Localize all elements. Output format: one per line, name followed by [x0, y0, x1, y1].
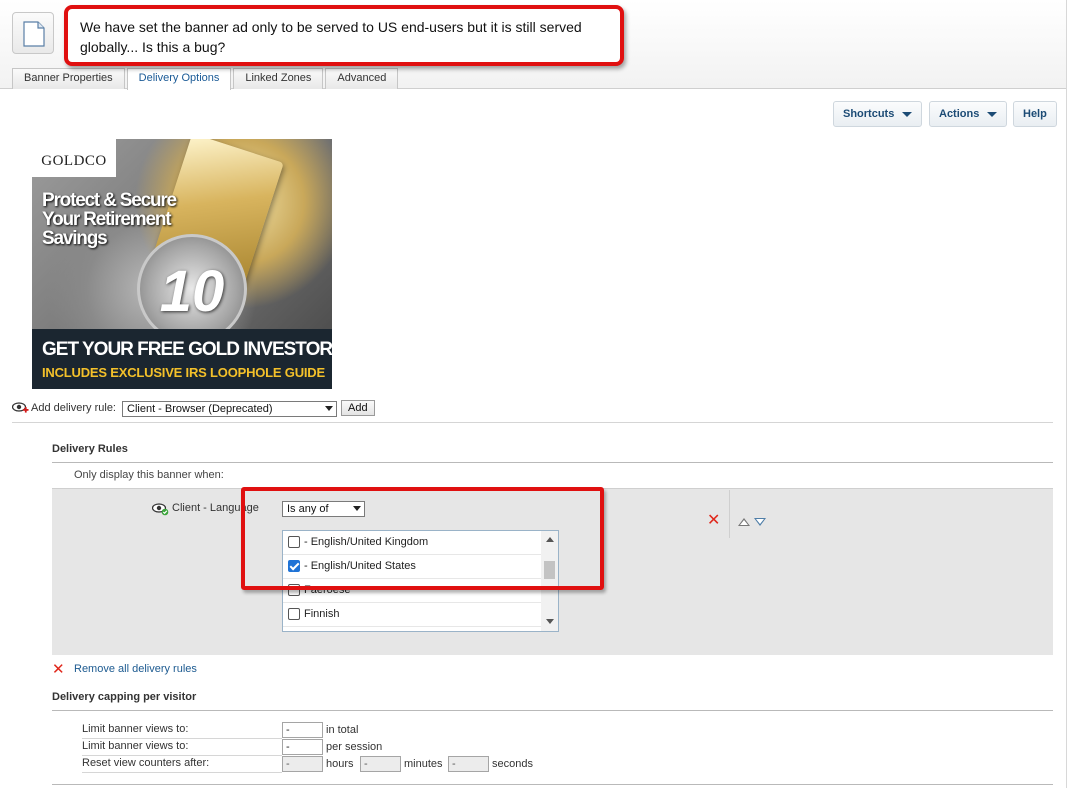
move-up-icon[interactable]: [738, 518, 750, 526]
list-item-label: Finnish: [304, 608, 340, 620]
reset-minutes-input[interactable]: -: [360, 756, 401, 772]
help-button[interactable]: Help: [1013, 101, 1057, 127]
banner-subline: INCLUDES EXCLUSIVE IRS LOOPHOLE GUIDE: [42, 365, 325, 380]
banner-headline-2: Your Retirement: [42, 209, 172, 230]
scroll-down-icon[interactable]: [546, 619, 554, 624]
divider: [52, 462, 1053, 463]
divider: [82, 738, 282, 739]
cap-total-label: Limit banner views to:: [82, 723, 189, 735]
banner-preview-image: 10 GOLDCO Protect & Secure Your Retireme…: [32, 139, 332, 389]
cap-session-unit: per session: [326, 741, 383, 753]
chevron-down-icon: [325, 406, 333, 411]
rule-condition-text: Only display this banner when:: [74, 469, 224, 481]
language-rule-icon: [151, 502, 169, 519]
tab-linked-zones[interactable]: Linked Zones: [233, 68, 324, 89]
tab-bar: Banner Properties Delivery Options Linke…: [12, 68, 400, 90]
divider: [12, 422, 1053, 423]
remove-all-rules-label: Remove all delivery rules: [74, 663, 197, 675]
callout-line-2: globally... Is this a bug?: [80, 39, 226, 55]
banner-cta: GET YOUR FREE GOLD INVESTOR KIT: [42, 339, 332, 360]
brand-logo: GOLDCO: [32, 139, 116, 177]
delete-rule-icon[interactable]: ✕: [707, 513, 720, 529]
divider: [82, 772, 282, 773]
divider: [82, 755, 282, 756]
add-rule-button[interactable]: Add: [341, 400, 375, 416]
reset-counters-label: Reset view counters after:: [82, 757, 210, 769]
anniversary-coin-graphic: 10: [137, 234, 247, 344]
tab-advanced[interactable]: Advanced: [325, 68, 399, 89]
banner-headline: Protect & Secure Your Retirement Savings: [42, 191, 182, 248]
divider: [52, 710, 1053, 711]
tab-delivery-options[interactable]: Delivery Options: [126, 68, 232, 90]
hours-unit: hours: [326, 758, 354, 770]
capping-title: Delivery capping per visitor: [52, 691, 197, 703]
delivery-rule-type-select[interactable]: Client - Browser (Deprecated): [122, 401, 337, 417]
cap-total-unit: in total: [326, 724, 359, 736]
cap-total-input[interactable]: -: [282, 722, 323, 738]
reset-hours-input[interactable]: -: [282, 756, 323, 772]
chevron-down-icon: [987, 111, 998, 117]
divider: [52, 784, 1053, 785]
cap-session-label: Limit banner views to:: [82, 740, 189, 752]
chevron-down-icon: [902, 111, 913, 117]
divider: [729, 490, 730, 538]
actions-button[interactable]: Actions: [929, 101, 1008, 127]
actions-label: Actions: [939, 108, 980, 120]
remove-icon: ✕: [52, 661, 65, 678]
shortcuts-label: Shortcuts: [843, 108, 895, 120]
seconds-unit: seconds: [492, 758, 533, 770]
annotation-callout: We have set the banner ad only to be ser…: [64, 5, 624, 66]
minutes-unit: minutes: [404, 758, 443, 770]
shortcuts-button[interactable]: Shortcuts: [833, 101, 923, 127]
callout-line-1: We have set the banner ad only to be ser…: [80, 19, 582, 35]
move-down-icon[interactable]: [754, 518, 766, 526]
annotation-highlight-box: [241, 487, 604, 590]
tab-banner-properties[interactable]: Banner Properties: [12, 68, 125, 89]
document-icon: [12, 12, 54, 54]
remove-all-rules-link[interactable]: ✕ Remove all delivery rules: [52, 661, 212, 678]
delivery-rule-type-value: Client - Browser (Deprecated): [127, 403, 273, 415]
add-rule-icon: [11, 401, 29, 418]
checkbox[interactable]: [288, 608, 300, 620]
banner-headline-1: Protect & Secure: [42, 190, 177, 211]
add-rule-label: Add delivery rule:: [31, 402, 116, 414]
reset-seconds-input[interactable]: -: [448, 756, 489, 772]
app-window: Banner Properties Delivery Options Linke…: [0, 0, 1067, 788]
cap-session-input[interactable]: -: [282, 739, 323, 755]
list-item[interactable]: Finnish: [283, 603, 541, 627]
banner-headline-3: Savings: [42, 228, 108, 249]
delivery-rules-title: Delivery Rules: [52, 443, 128, 455]
